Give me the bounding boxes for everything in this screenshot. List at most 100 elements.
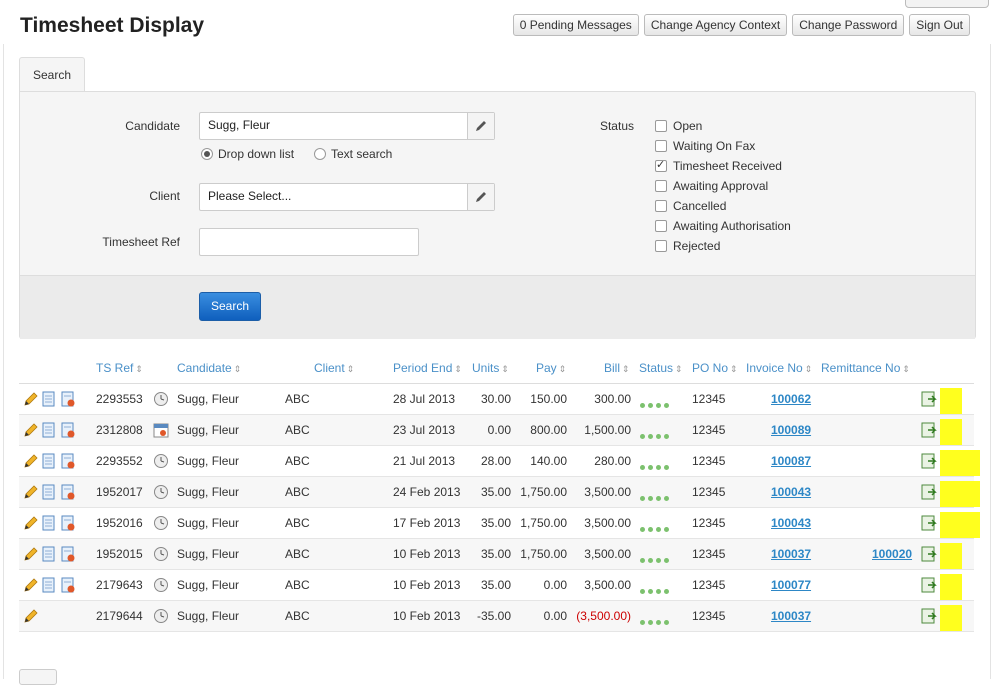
header-period-end[interactable]: Period End ⇕	[393, 361, 462, 375]
export-icon[interactable]	[921, 484, 937, 500]
status-checkbox[interactable]: Awaiting Authorisation	[655, 219, 791, 233]
po-no: 12345	[692, 609, 726, 623]
edit-pencil-icon[interactable]	[23, 422, 38, 438]
invoice-link[interactable]: 100077	[771, 578, 811, 592]
document-icon[interactable]	[42, 453, 56, 469]
period-end: 28 Jul 2013	[393, 392, 456, 406]
candidate-field[interactable]: Sugg, Fleur	[199, 112, 495, 140]
pager-button[interactable]	[19, 669, 57, 685]
header-pay[interactable]: Pay ⇕	[536, 361, 566, 375]
tab-search-label: Search	[32, 68, 72, 82]
invoice-link[interactable]: 100062	[771, 392, 811, 406]
document-delete-icon[interactable]	[61, 546, 75, 562]
document-icon[interactable]	[42, 422, 56, 438]
header-remittance-no[interactable]: Remittance No ⇕	[821, 361, 910, 375]
sign-out-button[interactable]: Sign Out	[909, 14, 970, 36]
export-icon[interactable]	[921, 515, 937, 531]
edit-pencil-icon[interactable]	[23, 391, 38, 407]
invoice-link[interactable]: 100089	[771, 423, 811, 437]
document-delete-icon[interactable]	[61, 515, 75, 531]
document-icon[interactable]	[42, 515, 56, 531]
invoice-link[interactable]: 100087	[771, 454, 811, 468]
invoice-link[interactable]: 100043	[771, 485, 811, 499]
period-end: 21 Jul 2013	[393, 454, 456, 468]
invoice-link[interactable]: 100037	[771, 609, 811, 623]
export-icon[interactable]	[921, 422, 937, 438]
timesheet-ref-input[interactable]	[199, 228, 419, 256]
status-checkbox[interactable]: Waiting On Fax	[655, 139, 755, 153]
units: 0.00	[487, 423, 511, 437]
header-ts-ref[interactable]: TS Ref ⇕	[96, 361, 143, 375]
radio-dropdown[interactable]: Drop down list	[201, 147, 294, 161]
change-password-button[interactable]: Change Password	[792, 14, 905, 36]
document-icon[interactable]	[42, 391, 56, 407]
radio-text-search[interactable]: Text search	[314, 147, 392, 161]
document-icon[interactable]	[42, 546, 56, 562]
pencil-icon[interactable]	[467, 184, 494, 210]
edit-pencil-icon[interactable]	[23, 453, 38, 469]
edit-pencil-icon[interactable]	[23, 515, 38, 531]
status-dots	[640, 614, 672, 628]
remittance-link[interactable]: 100020	[872, 547, 912, 561]
document-icon[interactable]	[42, 577, 56, 593]
export-icon[interactable]	[921, 391, 937, 407]
status-checkbox[interactable]: Open	[655, 119, 702, 133]
change-agency-context-button[interactable]: Change Agency Context	[643, 14, 788, 36]
edit-pencil-icon[interactable]	[23, 577, 38, 593]
candidate-name: Sugg, Fleur	[177, 423, 240, 437]
tab-search[interactable]: Search	[19, 57, 85, 92]
header-bill[interactable]: Bill ⇕	[604, 361, 630, 375]
document-delete-icon[interactable]	[61, 484, 75, 500]
header-po-no[interactable]: PO No ⇕	[692, 361, 738, 375]
status-option-label: Cancelled	[673, 199, 727, 213]
highlight-mark	[940, 481, 980, 507]
header-status[interactable]: Status ⇕	[639, 361, 683, 375]
status-checkbox[interactable]: Timesheet Received	[655, 158, 782, 173]
clock-icon	[153, 577, 168, 593]
status-dots	[640, 397, 672, 411]
client-field[interactable]: Please Select...	[199, 183, 495, 211]
clock-icon	[153, 391, 168, 407]
status-checkbox[interactable]: Cancelled	[655, 199, 726, 213]
ts-ref: 2179643	[96, 578, 143, 592]
status-checkbox[interactable]: Rejected	[655, 239, 720, 253]
document-icon[interactable]	[42, 484, 56, 500]
bill: 3,500.00	[584, 547, 631, 561]
invoice-link[interactable]: 100037	[771, 547, 811, 561]
pay: 1,750.00	[520, 485, 567, 499]
pay: 150.00	[530, 392, 567, 406]
table-row: 2293553 Sugg, Fleur ABC 28 Jul 2013 30.00 150…	[19, 384, 974, 415]
status-checkbox[interactable]: Awaiting Approval	[655, 179, 768, 193]
document-delete-icon[interactable]	[61, 422, 75, 438]
edit-pencil-icon[interactable]	[23, 484, 38, 500]
header-invoice-no[interactable]: Invoice No ⇕	[746, 361, 812, 375]
table-row: 1952016 Sugg, Fleur ABC 17 Feb 2013 35.00 1,7…	[19, 508, 974, 539]
export-icon[interactable]	[921, 608, 937, 624]
header-client[interactable]: Client ⇕	[314, 361, 354, 375]
export-icon[interactable]	[921, 577, 937, 593]
pencil-icon[interactable]	[467, 113, 494, 139]
edit-pencil-icon[interactable]	[23, 546, 38, 562]
table-row: 2312808 Sugg, Fleur ABC 23 Jul 2013 0.00 800.…	[19, 415, 974, 446]
clock-icon	[153, 453, 168, 469]
units: 28.00	[480, 454, 511, 468]
pending-messages-button[interactable]: 0 Pending Messages	[512, 14, 639, 36]
sort-icon: ⇕	[675, 364, 683, 374]
header-units[interactable]: Units ⇕	[472, 361, 509, 375]
document-delete-icon[interactable]	[61, 391, 75, 407]
top-fragment-button[interactable]	[905, 0, 989, 8]
header-candidate[interactable]: Candidate ⇕	[177, 361, 241, 375]
search-button[interactable]: Search	[199, 292, 261, 321]
export-icon[interactable]	[921, 546, 937, 562]
status-dots	[640, 552, 672, 566]
ts-ref: 2312808	[96, 423, 143, 437]
invoice-link[interactable]: 100043	[771, 516, 811, 530]
po-no: 12345	[692, 485, 726, 499]
candidate-name: Sugg, Fleur	[177, 578, 240, 592]
edit-pencil-icon[interactable]	[23, 608, 38, 624]
sort-icon: ⇕	[454, 364, 462, 374]
export-icon[interactable]	[921, 453, 937, 469]
document-delete-icon[interactable]	[61, 453, 75, 469]
document-delete-icon[interactable]	[61, 577, 75, 593]
status-dots	[640, 521, 672, 535]
